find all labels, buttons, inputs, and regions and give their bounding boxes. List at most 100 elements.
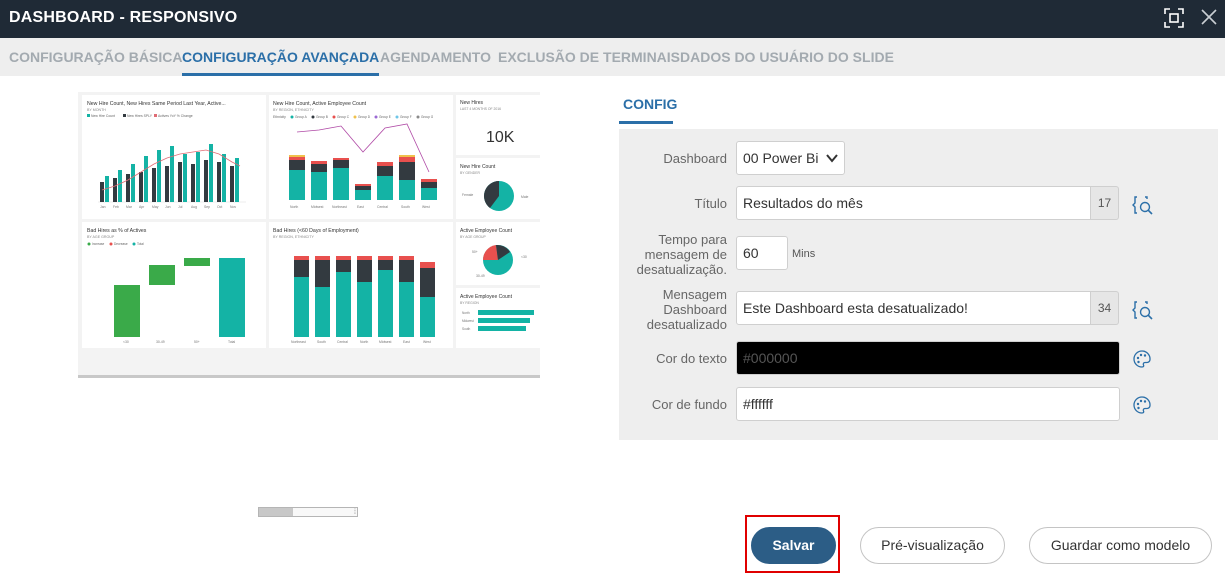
preview-age-4: Total [228, 340, 235, 344]
preview-bars-label-1: North [462, 311, 470, 315]
preview-region-legend-5: Group E [379, 115, 391, 119]
preview-bad60-region-4: North [360, 340, 368, 344]
preview-bars-label-2: Midwest [462, 319, 474, 323]
preview-month-1: Jan [100, 205, 106, 209]
preview-hires-title: New Hire Count, New Hires Same Period La… [87, 101, 226, 107]
color-palette-icon[interactable] [1131, 394, 1153, 416]
preview-kpi-title: New Hires [460, 100, 484, 106]
preview-bad60-title: Bad Hires (<60 Days of Employment) [273, 228, 359, 234]
preview-button[interactable]: Pré-visualização [860, 527, 1005, 564]
preview-scrollbar-thumb[interactable] [259, 508, 293, 516]
preview-bad60-bars [294, 256, 435, 337]
preview-region-2: Midwest [311, 205, 323, 209]
preview-bad60-region-2: South [317, 340, 326, 344]
tab-configuracao-avancada[interactable]: CONFIGURAÇÃO AVANÇADA [182, 49, 380, 76]
preview-bad-hires-legend-2: Decrease [114, 242, 128, 246]
preview-pie1-subtitle: BY GENDER [460, 171, 480, 175]
preview-text-icon[interactable] [1131, 298, 1155, 322]
tempo-label: Tempo para mensagem de desatualização. [636, 232, 727, 277]
preview-pie2-subtitle: BY AGE GROUP [460, 235, 486, 239]
preview-bad-hires-legend-1: Increase [92, 242, 104, 246]
preview-bad-hires-title: Bad Hires as % of Actives [87, 228, 147, 234]
preview-kpi-value: 10K [486, 129, 515, 146]
preview-bars-title: Active Employee Count [460, 294, 513, 300]
fullscreen-icon[interactable] [1164, 8, 1184, 28]
mensagem-char-count: 34 [1091, 291, 1119, 325]
preview-bad-hires-legend-3: Total [137, 242, 144, 246]
preview-text-icon[interactable] [1131, 193, 1155, 217]
preview-month-5: May [152, 205, 159, 209]
titulo-label: Título [694, 196, 727, 211]
preview-pie1-label-2: Male [521, 195, 528, 199]
save-button[interactable]: Salvar [751, 527, 836, 564]
tab-configuracao-basica[interactable]: CONFIGURAÇÃO BÁSICA [9, 49, 182, 65]
tempo-units: Mins [792, 248, 816, 260]
preview-bad60-subtitle: BY REGION, ETHNICITY [273, 235, 314, 239]
preview-pie2-label-3: 30-49 [476, 274, 485, 278]
preview-region-legend-4: Group D [358, 115, 371, 119]
preview-month-3: Mar [126, 205, 133, 209]
preview-pie1-label-1: Female [462, 193, 473, 197]
preview-region-legend-7: Group G [421, 115, 434, 119]
tempo-input[interactable]: 60 [736, 236, 788, 270]
tab-exclusao-de-terminais[interactable]: EXCLUSÃO DE TERMINAIS [498, 49, 680, 65]
dashboard-select[interactable]: 00 Power Bi [736, 141, 845, 175]
preview-bars-subtitle: BY REGION [460, 301, 479, 305]
preview-month-4: Apr [139, 205, 145, 209]
dashboard-select-value: 00 Power Bi [743, 150, 819, 166]
resize-grip-icon[interactable]: ⁞ [354, 509, 356, 516]
preview-month-11: Nov [230, 205, 236, 209]
tab-dados-do-usuario-do-slide[interactable]: DADOS DO USUÁRIO DO SLIDE [680, 49, 894, 65]
preview-pie2-label-1: 50+ [472, 250, 478, 254]
preview-month-7: Jul [178, 205, 183, 209]
config-section-tab[interactable]: CONFIG [623, 96, 677, 112]
color-palette-icon[interactable] [1131, 348, 1153, 370]
preview-bad60-region-7: West [423, 340, 431, 344]
preview-region-title: New Hire Count, Active Employee Count [273, 101, 367, 107]
config-panel: Dashboard 00 Power Bi Título Resultados … [619, 129, 1218, 440]
cor-fundo-label: Cor de fundo [651, 397, 727, 412]
mensagem-input[interactable]: Este Dashboard esta desatualizado! [736, 291, 1091, 325]
close-icon[interactable] [1200, 8, 1218, 26]
preview-kpi-subtitle: LAST 4 MONTHS OF 2016 [460, 107, 501, 111]
dashboard-label: Dashboard [663, 151, 727, 166]
window-title: DASHBOARD - RESPONSIVO [9, 9, 238, 26]
preview-hires-subtitle: BY MONTH [87, 108, 106, 112]
preview-region-4: East [357, 205, 364, 209]
preview-hires-legend-3: Actives YoY % Change [158, 114, 193, 118]
cor-texto-label: Cor do texto [656, 351, 727, 366]
preview-age-2: 30-49 [156, 340, 165, 344]
tab-agendamento[interactable]: AGENDAMENTO [380, 49, 491, 65]
preview-region-legend-label: Ethnicity [273, 115, 286, 119]
config-tab-underline [619, 121, 673, 124]
preview-bad60-region-6: East [403, 340, 410, 344]
preview-hires-legend-2: New Hires SPLY [127, 114, 153, 118]
save-as-template-button[interactable]: Guardar como modelo [1029, 527, 1212, 564]
preview-region-legend-1: Group A [295, 115, 308, 119]
preview-region-1: North [290, 205, 298, 209]
preview-scrollbar[interactable]: ⁞ [258, 507, 358, 517]
preview-month-9: Sep [204, 205, 210, 209]
preview-hires-legend-1: New Hire Count [91, 114, 115, 118]
preview-age-3: 50+ [194, 340, 200, 344]
preview-pie1-title: New Hire Count [460, 164, 496, 170]
preview-region-legend-6: Group F [400, 115, 412, 119]
preview-region-7: West [422, 205, 430, 209]
preview-month-6: Jun [165, 205, 171, 209]
window-titlebar: DASHBOARD - RESPONSIVO [0, 0, 1225, 38]
preview-age-1: <30 [123, 340, 129, 344]
preview-bad60-region-5: Midwest [379, 340, 391, 344]
preview-region-6: South [401, 205, 410, 209]
titulo-char-count: 17 [1091, 186, 1119, 220]
dashboard-preview: New Hire Count, New Hires Same Period La… [78, 92, 540, 378]
preview-region-legend-3: Group C [337, 115, 350, 119]
cor-fundo-input[interactable]: #ffffff [736, 387, 1120, 421]
preview-bad-hires-subtitle: BY AGE GROUP [87, 235, 115, 239]
preview-bars-label-3: South [462, 327, 471, 331]
preview-pie2-title: Active Employee Count [460, 228, 513, 234]
preview-month-10: Oct [217, 205, 222, 209]
cor-texto-input[interactable]: #000000 [736, 341, 1120, 375]
chevron-down-icon [826, 154, 838, 163]
preview-pie2-label-2: <30 [521, 255, 527, 259]
titulo-input[interactable]: Resultados do mês [736, 186, 1091, 220]
